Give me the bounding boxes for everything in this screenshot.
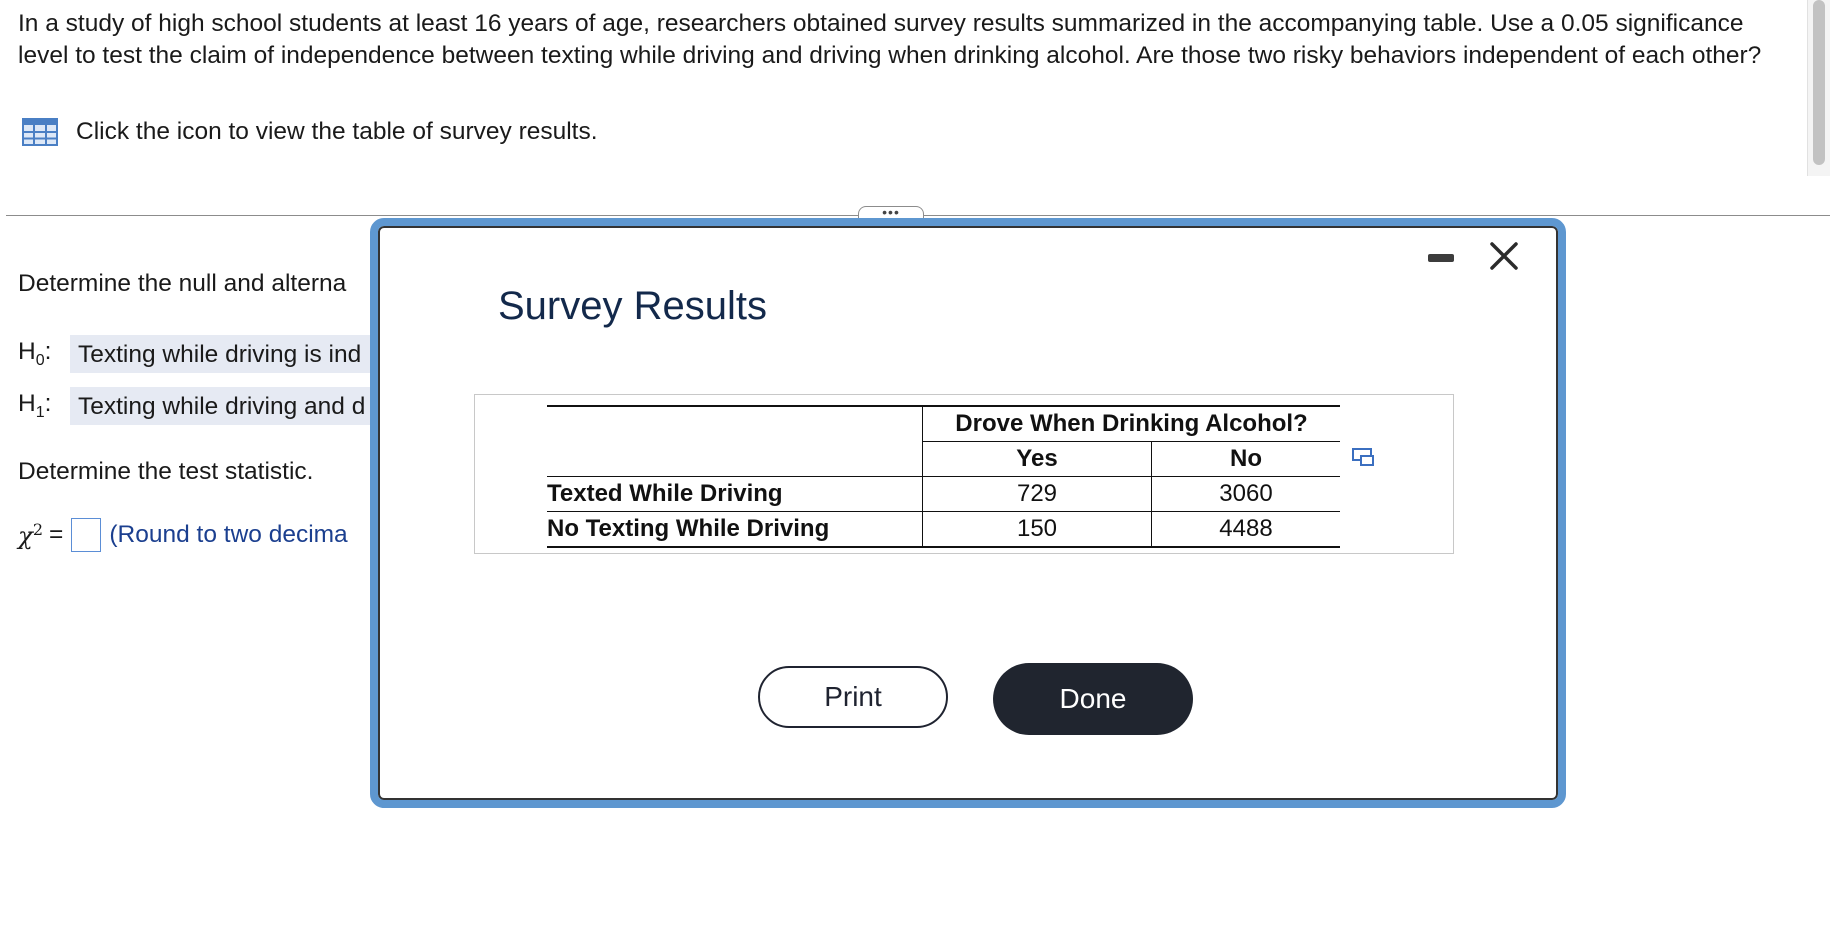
done-button[interactable]: Done <box>993 663 1193 735</box>
column-header-no: No <box>1151 441 1340 477</box>
survey-table: Drove When Drinking Alcohol? Yes No Text… <box>547 405 1340 548</box>
header-blank-cell <box>547 405 923 442</box>
cell-no: 4488 <box>1151 511 1340 548</box>
alternative-hypothesis-select[interactable]: Texting while driving and d <box>70 387 390 425</box>
test-statistic-prompt: Determine the test statistic. <box>18 458 314 485</box>
equals-sign: = <box>49 521 64 548</box>
survey-table-frame: Drove When Drinking Alcohol? Yes No Text… <box>474 394 1454 554</box>
table-row: Texted While Driving 729 3060 <box>547 476 1340 512</box>
round-hint: (Round to two decima <box>109 521 348 548</box>
alternative-hypothesis-row: H1: Texting while driving and d <box>18 387 390 425</box>
dialog-title: Survey Results <box>498 284 767 328</box>
print-button[interactable]: Print <box>758 666 948 728</box>
minimize-icon[interactable] <box>1428 250 1458 264</box>
cell-no: 3060 <box>1151 476 1340 512</box>
table-subheader-row: Yes No <box>547 441 1340 477</box>
vertical-scrollbar[interactable] <box>1807 0 1830 176</box>
chi-square-input[interactable] <box>71 518 102 552</box>
chi-symbol: χ2 <box>18 519 44 551</box>
h1-label: H1: <box>18 390 52 421</box>
table-row: No Texting While Driving 150 4488 <box>547 511 1340 548</box>
view-table-link[interactable]: Click the icon to view the table of surv… <box>22 118 598 146</box>
row-label: No Texting While Driving <box>547 511 923 548</box>
chi-square-answer-row: χ2 = (Round to two decima <box>18 518 348 552</box>
h0-label: H0: <box>18 338 52 369</box>
subheader-blank-cell <box>547 442 923 477</box>
table-icon[interactable] <box>22 118 58 146</box>
hypotheses-prompt: Determine the null and alterna <box>18 270 347 297</box>
cell-yes: 729 <box>922 476 1152 512</box>
null-hypothesis-select[interactable]: Texting while driving is ind <box>70 335 390 373</box>
problem-statement: In a study of high school students at le… <box>18 10 1762 69</box>
view-table-label[interactable]: Click the icon to view the table of surv… <box>76 118 598 146</box>
column-group-header: Drove When Drinking Alcohol? <box>922 405 1340 442</box>
column-header-yes: Yes <box>922 441 1152 477</box>
null-hypothesis-row: H0: Texting while driving is ind <box>18 335 390 373</box>
table-header-row: Drove When Drinking Alcohol? <box>547 405 1340 442</box>
cell-yes: 150 <box>922 511 1152 548</box>
close-icon[interactable] <box>1484 236 1524 276</box>
survey-results-dialog: Survey Results Drove When Drinking Alcoh… <box>370 218 1566 808</box>
scrollbar-thumb[interactable] <box>1813 0 1825 165</box>
row-label: Texted While Driving <box>547 476 923 512</box>
copy-icon[interactable] <box>1351 447 1377 469</box>
